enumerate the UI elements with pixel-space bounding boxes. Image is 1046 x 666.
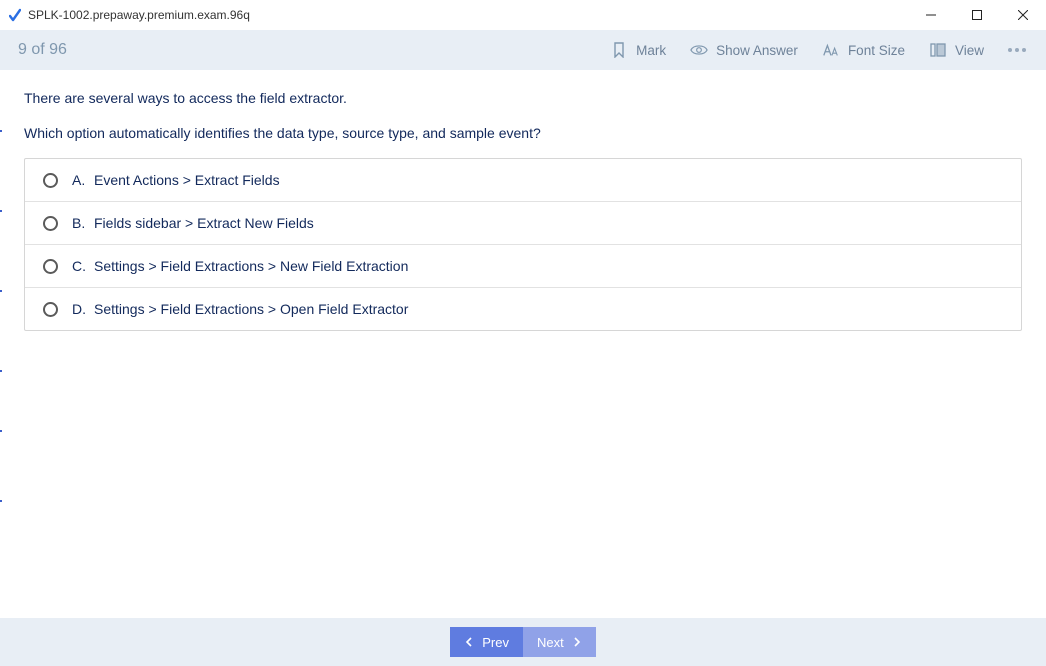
window-titlebar: SPLK-1002.prepaway.premium.exam.96q — [0, 0, 1046, 30]
next-label: Next — [537, 635, 564, 650]
prev-label: Prev — [482, 635, 509, 650]
chevron-right-icon — [574, 638, 582, 646]
option-text: Fields sidebar > Extract New Fields — [94, 215, 314, 231]
mark-label: Mark — [636, 43, 666, 58]
question-counter: 9 of 96 — [18, 41, 67, 59]
next-button[interactable]: Next — [523, 627, 596, 657]
minimize-button[interactable] — [908, 0, 954, 30]
font-size-button[interactable]: Font Size — [810, 30, 917, 70]
chevron-left-icon — [464, 638, 472, 646]
options-list: A. Event Actions > Extract Fields B. Fie… — [24, 158, 1022, 331]
question-line1: There are several ways to access the fie… — [24, 88, 1022, 109]
eye-icon — [690, 41, 708, 59]
radio-icon — [43, 173, 58, 188]
option-letter: D. — [72, 301, 90, 317]
bookmark-icon — [610, 41, 628, 59]
toolbar: 9 of 96 Mark Show Answer Font Size View — [0, 30, 1046, 70]
option-letter: B. — [72, 215, 90, 231]
question-line2: Which option automatically identifies th… — [24, 123, 1022, 144]
option-text: Event Actions > Extract Fields — [94, 172, 280, 188]
radio-icon — [43, 216, 58, 231]
window-controls — [908, 0, 1046, 30]
show-answer-label: Show Answer — [716, 43, 798, 58]
option-a[interactable]: A. Event Actions > Extract Fields — [25, 159, 1021, 202]
option-letter: A. — [72, 172, 90, 188]
footer: Prev Next — [0, 618, 1046, 666]
mark-button[interactable]: Mark — [598, 30, 678, 70]
window-title: SPLK-1002.prepaway.premium.exam.96q — [28, 8, 250, 22]
left-edge-marks — [0, 70, 2, 618]
close-button[interactable] — [1000, 0, 1046, 30]
view-button[interactable]: View — [917, 30, 996, 70]
more-icon — [1008, 48, 1012, 52]
font-size-label: Font Size — [848, 43, 905, 58]
question-content: There are several ways to access the fie… — [0, 70, 1046, 331]
radio-icon — [43, 302, 58, 317]
more-button[interactable] — [996, 30, 1032, 70]
radio-icon — [43, 259, 58, 274]
app-icon — [8, 8, 22, 22]
view-icon — [929, 41, 947, 59]
show-answer-button[interactable]: Show Answer — [678, 30, 810, 70]
option-d[interactable]: D. Settings > Field Extractions > Open F… — [25, 288, 1021, 330]
option-letter: C. — [72, 258, 90, 274]
font-size-icon — [822, 41, 840, 59]
option-b[interactable]: B. Fields sidebar > Extract New Fields — [25, 202, 1021, 245]
option-text: Settings > Field Extractions > Open Fiel… — [94, 301, 408, 317]
maximize-button[interactable] — [954, 0, 1000, 30]
option-c[interactable]: C. Settings > Field Extractions > New Fi… — [25, 245, 1021, 288]
option-text: Settings > Field Extractions > New Field… — [94, 258, 408, 274]
view-label: View — [955, 43, 984, 58]
prev-button[interactable]: Prev — [450, 627, 523, 657]
question-text: There are several ways to access the fie… — [24, 88, 1022, 144]
